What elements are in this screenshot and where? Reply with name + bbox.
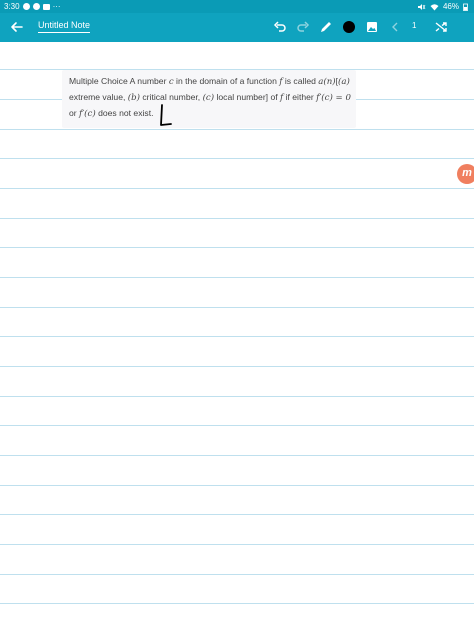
- undo-icon[interactable]: [272, 19, 288, 35]
- back-arrow-icon[interactable]: [8, 18, 26, 36]
- question-text-segment: or: [69, 108, 80, 118]
- notification-icon: [22, 3, 30, 10]
- question-text-segment: extreme value,: [69, 92, 128, 102]
- question-card[interactable]: Multiple Choice A number c in the domain…: [62, 70, 356, 128]
- toolbar: Untitled Note 1: [0, 13, 474, 42]
- question-text: Multiple Choice A number c in the domain…: [69, 74, 353, 122]
- ruled-line: [0, 336, 474, 337]
- ruled-line: [0, 425, 474, 426]
- ruled-line: [0, 514, 474, 515]
- notification-icon-2: [32, 3, 40, 10]
- mute-icon: [417, 3, 426, 10]
- question-text-segment: does not exist.: [95, 108, 154, 118]
- image-notification-icon: [42, 3, 50, 10]
- status-left: 3:30 ···: [4, 0, 61, 13]
- ruled-line: [0, 366, 474, 367]
- question-text-segment: Multiple Choice A number: [69, 76, 169, 86]
- math-term: f′(c) = 0: [316, 93, 351, 103]
- status-time: 3:30: [4, 2, 20, 11]
- status-bar: 3:30 ··· 46%: [0, 0, 474, 13]
- ruled-line: [0, 307, 474, 308]
- page-number: 1: [412, 21, 417, 30]
- shuffle-icon[interactable]: [433, 19, 449, 35]
- wifi-icon: [430, 3, 439, 10]
- chevron-left-icon[interactable]: [387, 19, 403, 35]
- battery-level: 46%: [442, 2, 459, 11]
- question-text-segment: is called: [282, 76, 319, 86]
- question-text-segment: critical number,: [139, 92, 203, 102]
- question-text-segment: local number] of: [214, 92, 281, 102]
- ruled-line: [0, 277, 474, 278]
- handwritten-mark: [160, 104, 172, 126]
- note-canvas[interactable]: [0, 42, 474, 632]
- pen-icon[interactable]: [318, 19, 334, 35]
- ruled-line: [0, 396, 474, 397]
- battery-icon: [463, 3, 468, 11]
- math-term: (b): [127, 93, 140, 103]
- question-text-segment: in the domain of a function: [173, 76, 280, 86]
- math-term: (a): [338, 77, 350, 87]
- ruled-line: [0, 158, 474, 159]
- ruled-line: [0, 455, 474, 456]
- status-right: 46%: [417, 0, 468, 13]
- ruled-line: [0, 247, 474, 248]
- image-icon[interactable]: [364, 19, 380, 35]
- redo-icon[interactable]: [295, 19, 311, 35]
- ruled-line: [0, 544, 474, 545]
- ruled-line: [0, 218, 474, 219]
- ruled-line: [0, 129, 474, 130]
- ruled-line: [0, 188, 474, 189]
- pen-color-swatch[interactable]: [343, 21, 355, 33]
- ruled-line: [0, 485, 474, 486]
- floating-action-button[interactable]: m: [457, 164, 474, 184]
- ruled-line: [0, 603, 474, 604]
- ruled-line: [0, 574, 474, 575]
- note-title[interactable]: Untitled Note: [38, 20, 91, 33]
- status-overflow: ···: [52, 2, 61, 11]
- math-term: a(n): [318, 77, 336, 87]
- question-text-segment: if either: [283, 92, 317, 102]
- math-term: (c): [202, 93, 215, 103]
- math-term: f′(c): [79, 109, 96, 119]
